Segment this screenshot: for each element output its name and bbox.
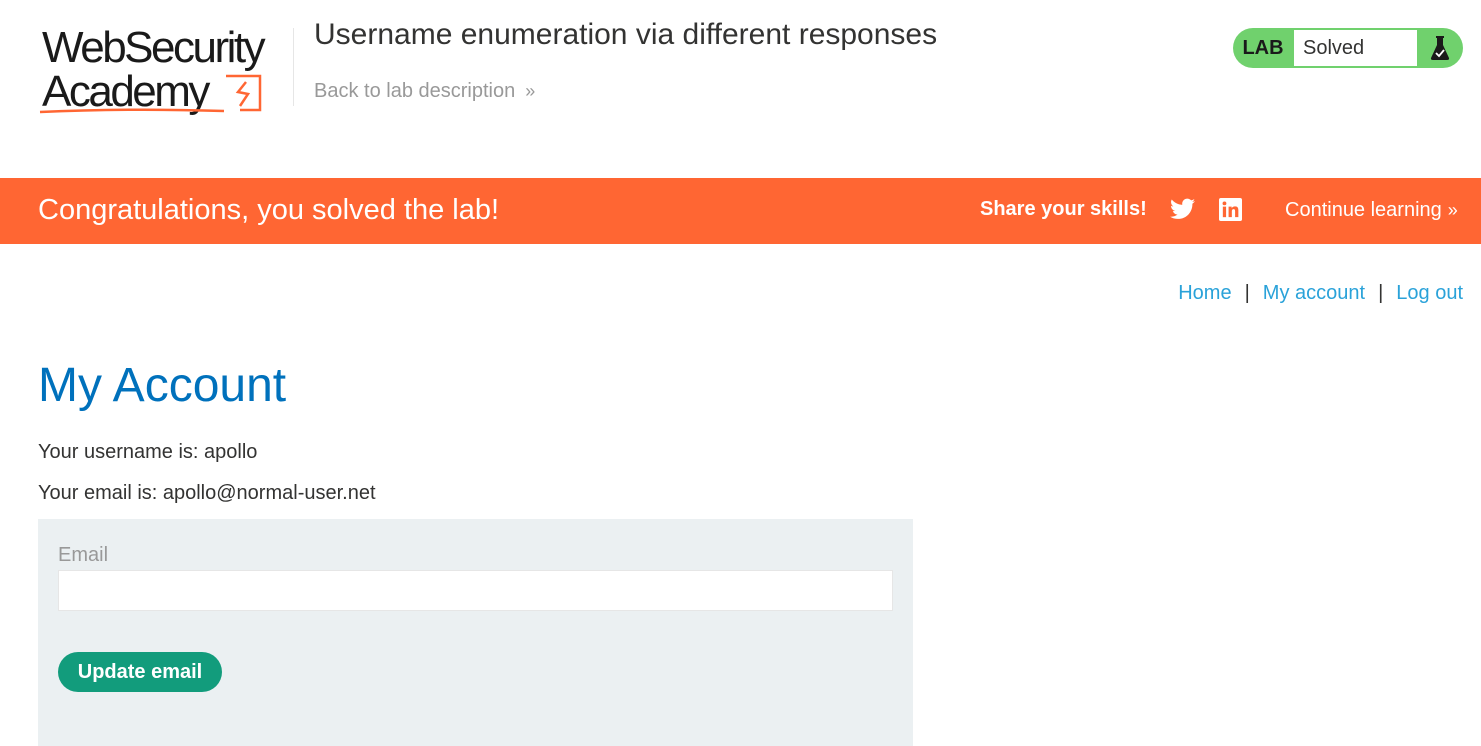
change-email-form: Email Update email: [38, 519, 913, 746]
back-to-lab-description-link[interactable]: Back to lab description »: [314, 80, 535, 103]
logo-line-1: WebSecurity: [42, 23, 266, 72]
double-chevron-right-icon: »: [1447, 200, 1458, 220]
account-nav: Home | My account | Log out: [1178, 282, 1463, 305]
web-security-academy-logo[interactable]: WebSecurity Academy: [38, 22, 294, 122]
home-link[interactable]: Home: [1178, 282, 1231, 304]
lab-status-label: LAB: [1242, 37, 1284, 59]
share-skills-label: Share your skills!: [980, 198, 1147, 220]
lab-status-widget: LAB Solved: [1233, 28, 1463, 68]
back-link-label: Back to lab description: [314, 80, 516, 102]
username-info: Your username is: apollo: [38, 441, 258, 463]
lab-solved-banner: Congratulations, you solved the lab! Sha…: [0, 178, 1481, 244]
header-divider: [293, 28, 294, 106]
my-account-link[interactable]: My account: [1263, 282, 1365, 304]
email-info: Your email is: apollo@normal-user.net: [38, 482, 376, 504]
linkedin-icon[interactable]: [1219, 198, 1242, 221]
twitter-icon[interactable]: [1170, 198, 1195, 220]
continue-learning-link[interactable]: Continue learning»: [1285, 199, 1458, 222]
logo-lightning-icon: [226, 74, 262, 112]
continue-learning-label: Continue learning: [1285, 199, 1442, 221]
nav-separator: |: [1378, 282, 1384, 304]
page-title: My Account: [38, 359, 287, 412]
congratulations-message: Congratulations, you solved the lab!: [38, 194, 500, 226]
double-chevron-right-icon: »: [525, 81, 536, 101]
update-email-button[interactable]: Update email: [58, 652, 222, 692]
log-out-link[interactable]: Log out: [1396, 282, 1463, 304]
logo-underline-icon: [39, 108, 225, 114]
lab-title: Username enumeration via different respo…: [314, 18, 938, 51]
flask-icon: [1417, 28, 1463, 68]
nav-separator: |: [1244, 282, 1250, 304]
email-field[interactable]: [58, 570, 893, 611]
email-field-label: Email: [58, 544, 109, 566]
lab-header: WebSecurity Academy Username enumeration…: [0, 0, 1481, 178]
lab-status-state: Solved: [1294, 30, 1417, 66]
